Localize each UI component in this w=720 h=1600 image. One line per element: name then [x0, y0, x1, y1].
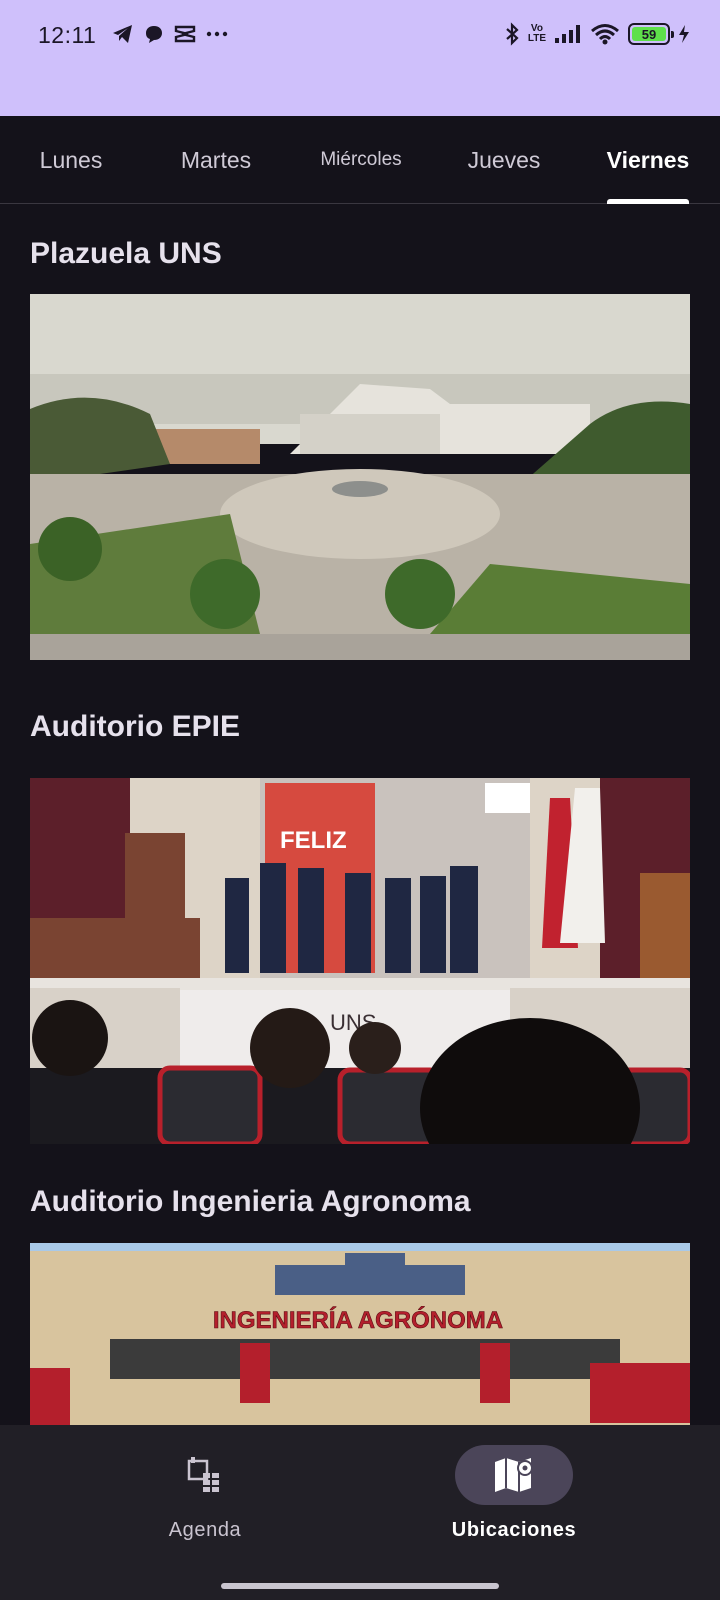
facade-photo-graphic: INGENIERÍA AGRÓNOMA: [30, 1243, 690, 1425]
tab-martes[interactable]: Martes: [144, 116, 288, 204]
auditorium-photo-graphic: FELIZ UNS: [30, 778, 690, 1144]
nav-ubicaciones-pill: [455, 1445, 573, 1505]
nav-ubicaciones[interactable]: Ubicaciones: [414, 1445, 614, 1555]
notification-icons: [112, 24, 228, 44]
calendar-grid-icon: [187, 1457, 219, 1492]
status-time: 12:11: [38, 22, 97, 48]
bluetooth-icon: [506, 22, 519, 46]
location-title-epie: Auditorio EPIE: [30, 710, 240, 743]
capcut-icon: [174, 25, 196, 43]
wifi-icon: [591, 24, 619, 45]
tab-lunes[interactable]: Lunes: [0, 116, 142, 204]
location-title-plazuela: Plazuela UNS: [30, 237, 222, 270]
tab-miercoles[interactable]: Miércoles: [290, 116, 432, 204]
nav-agenda-label: Agenda: [168, 1519, 242, 1541]
volte-icon: Vo LTE: [528, 24, 546, 44]
more-dots-icon: [206, 31, 228, 37]
plaza-photo-graphic: [30, 294, 690, 660]
bottom-navigation: Agenda Ubicaciones: [0, 1425, 720, 1600]
location-title-agronoma: Auditorio Ingenieria Agronoma: [30, 1185, 471, 1218]
nav-agenda[interactable]: Agenda: [105, 1445, 305, 1555]
nav-agenda-pill: [146, 1445, 264, 1505]
feliz-text: FELIZ: [280, 827, 347, 854]
building-facade-photo[interactable]: INGENIERÍA AGRÓNOMA: [30, 1243, 690, 1425]
home-indicator[interactable]: [221, 1583, 499, 1589]
day-tabs: Lunes Martes Miércoles Jueves Viernes: [0, 116, 720, 204]
chat-bubble-icon: [146, 26, 162, 43]
charging-icon: [679, 25, 689, 43]
system-icons: Vo LTE 59: [504, 22, 690, 46]
signal-icon: [555, 25, 580, 43]
campus-plaza-photo[interactable]: [30, 294, 690, 660]
tab-indicator: [607, 199, 689, 204]
map-pin-icon: [495, 1458, 533, 1492]
status-bar: 12:11 Vo LTE 59: [0, 0, 720, 116]
telegram-icon: [113, 25, 132, 43]
tab-jueves[interactable]: Jueves: [432, 116, 576, 204]
tab-viernes[interactable]: Viernes: [576, 116, 720, 204]
battery-icon: 59: [628, 23, 674, 45]
volte-bottom: LTE: [527, 33, 546, 44]
building-sign-text: INGENIERÍA AGRÓNOMA: [213, 1306, 503, 1334]
auditorium-ceremony-photo[interactable]: FELIZ UNS: [30, 778, 690, 1144]
battery-level: 59: [632, 27, 666, 42]
nav-ubicaciones-label: Ubicaciones: [451, 1519, 577, 1541]
locations-list[interactable]: Plazuela UNS Auditorio EPIE FELIZ UNS Au…: [0, 205, 720, 1425]
